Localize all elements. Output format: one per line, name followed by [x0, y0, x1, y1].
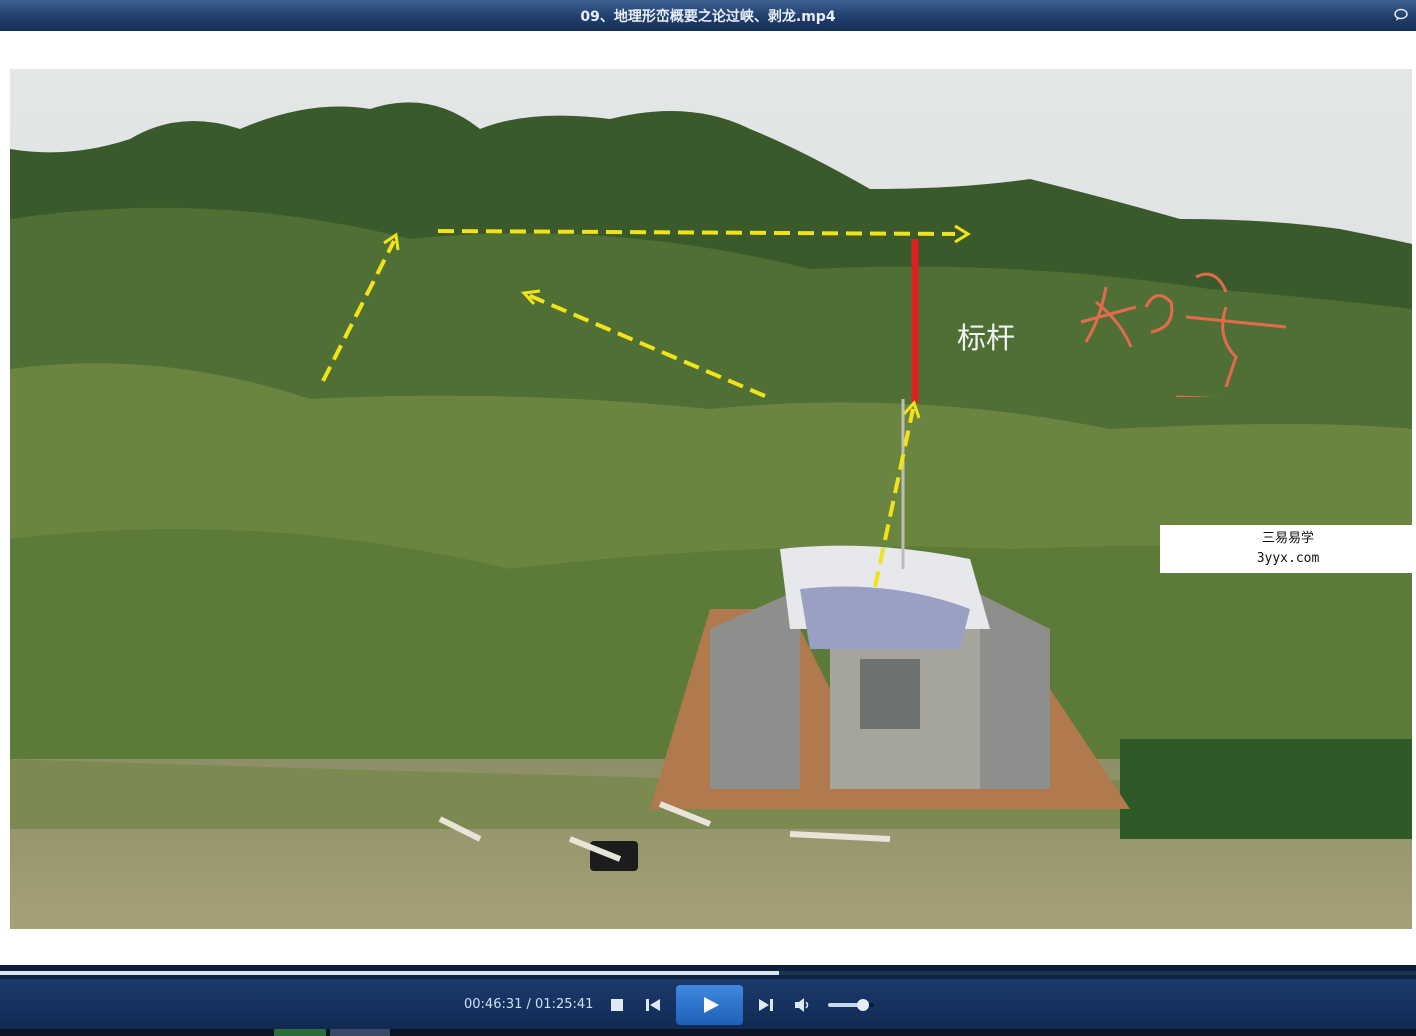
- strip-segment: [274, 1029, 326, 1036]
- watermark-name: 三易易学: [1261, 531, 1314, 546]
- window-title: 09、地理形峦概要之论过峡、剥龙.mp4: [580, 9, 836, 25]
- pole-annotation: 标杆: [957, 321, 1016, 355]
- player-controls: 00:46:31 / 01:25:41: [0, 965, 1416, 1036]
- strip-segment: [330, 1029, 390, 1036]
- volume-slider[interactable]: [828, 999, 874, 1011]
- control-bar: 00:46:31 / 01:25:41: [0, 979, 1416, 1029]
- handwriting-annotation: 如奇: [1080, 272, 1287, 397]
- seek-bar-progress: [0, 971, 779, 975]
- video-area[interactable]: 标杆 如奇 三易易学 3yyx.com: [0, 31, 1416, 965]
- previous-icon[interactable]: [645, 997, 661, 1013]
- next-icon[interactable]: [758, 997, 774, 1013]
- watermark-url: 3yyx.com: [1256, 551, 1320, 566]
- stop-icon[interactable]: [609, 997, 625, 1013]
- play-button[interactable]: [676, 985, 743, 1025]
- bottom-strip: [0, 1029, 1416, 1036]
- volume-knob[interactable]: [856, 999, 869, 1011]
- video-frame: [10, 69, 1412, 929]
- volume-icon[interactable]: [794, 996, 812, 1014]
- time-display: 00:46:31 / 01:25:41: [464, 997, 594, 1012]
- play-icon: [704, 997, 719, 1013]
- title-bar: 09、地理形峦概要之论过峡、剥龙.mp4: [0, 0, 1416, 31]
- watermark: 三易易学 3yyx.com: [1160, 525, 1416, 573]
- seek-bar[interactable]: [0, 971, 1416, 975]
- chat-bubble-icon[interactable]: [1394, 8, 1408, 22]
